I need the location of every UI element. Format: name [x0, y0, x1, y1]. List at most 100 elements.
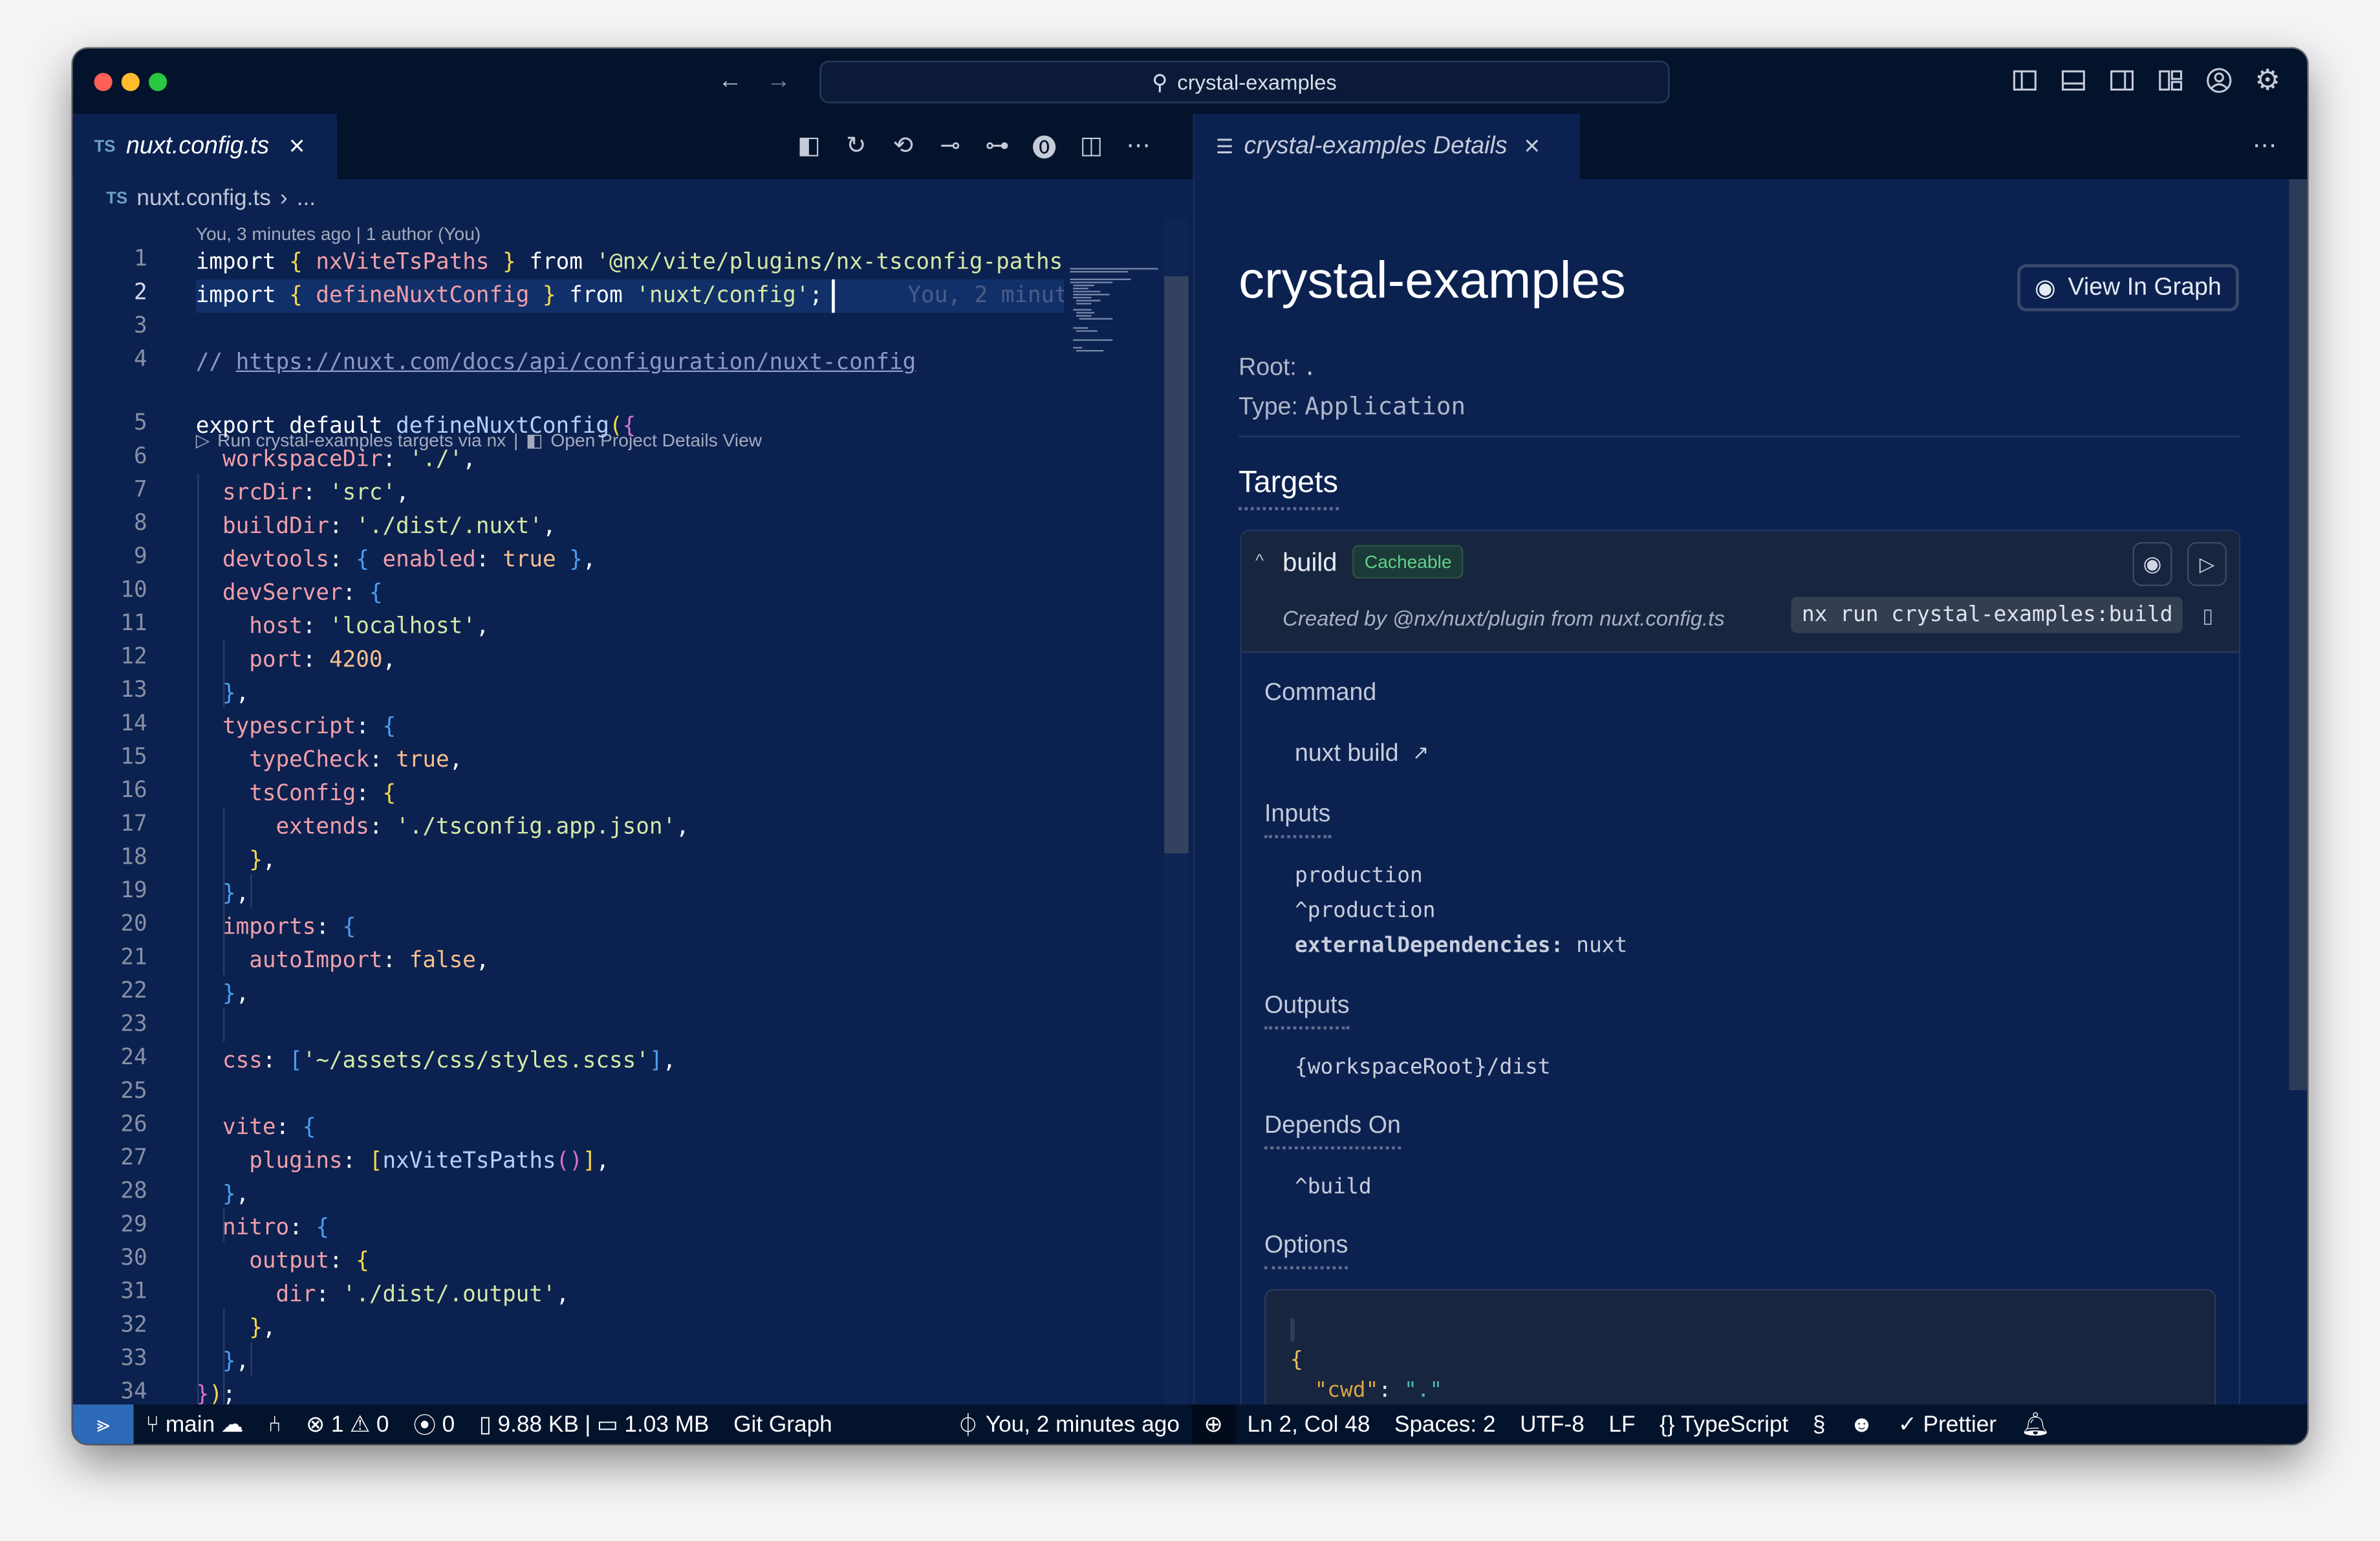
code-line[interactable]: devServer: {	[196, 577, 1064, 611]
git-open-changes-icon[interactable]: ⟲	[887, 129, 920, 162]
external-link-icon[interactable]: ↗	[1412, 741, 1429, 768]
code-token: tsConfig	[249, 780, 356, 807]
toggle-primary-sidebar-icon[interactable]	[2008, 64, 2042, 98]
tsconfig-status[interactable]: §	[1801, 1411, 1837, 1437]
notifications[interactable]: 🔔︎	[2009, 1410, 2062, 1438]
more-actions-icon[interactable]: ⋯	[2248, 129, 2282, 162]
code-editor[interactable]: You, 3 minutes ago | 1 author (You) You,…	[73, 218, 1193, 1404]
code-line[interactable]: // https://nuxt.com/docs/api/configurati…	[196, 346, 1064, 380]
minimize-window-button[interactable]	[121, 72, 140, 91]
run-target-button[interactable]: ▷	[2187, 541, 2227, 586]
code-line[interactable]: imports: {	[196, 911, 1064, 945]
code-line[interactable]: import { nxViteTsPaths } from '@nx/vite/…	[196, 246, 1064, 279]
details-scrollbar-thumb[interactable]	[2289, 179, 2308, 1091]
code-line[interactable]: },	[196, 878, 1064, 912]
code-line[interactable]: nitro: {	[196, 1212, 1064, 1245]
code-line[interactable]: devtools: { enabled: true },	[196, 543, 1064, 577]
refresh-icon[interactable]: ↻	[839, 129, 873, 162]
command-center-search[interactable]: ⚲ crystal-examples	[819, 60, 1670, 104]
code-line[interactable]: typeCheck: true,	[196, 744, 1064, 778]
end-of-line[interactable]: LF	[1597, 1411, 1648, 1437]
vertical-scrollbar[interactable]	[1164, 218, 1189, 1404]
code-line[interactable]: },	[196, 1312, 1064, 1346]
tab-nuxt-config[interactable]: TS nuxt.config.ts ×	[72, 114, 338, 179]
breadcrumb-file[interactable]: nuxt.config.ts	[136, 185, 270, 211]
settings-gear-icon[interactable]: ⚙	[2251, 64, 2285, 98]
toggle-panel-icon[interactable]	[2057, 64, 2090, 98]
code-line[interactable]: },	[196, 1345, 1064, 1379]
target-header[interactable]: ^ build Cacheable ◉ ▷ Created by @nx/nux…	[1241, 531, 2239, 653]
split-editor-icon[interactable]: ◫	[1075, 129, 1109, 162]
zoom-status[interactable]: ⊕	[1191, 1404, 1235, 1444]
chevron-up-icon[interactable]: ^	[1255, 550, 1264, 571]
open-project-details-icon[interactable]: ◧	[792, 129, 826, 162]
code-line[interactable]: },	[196, 1178, 1064, 1212]
git-branch[interactable]: ⑂ main ☁	[134, 1410, 256, 1437]
code-line[interactable]: export default defineNuxtConfig({	[196, 410, 1064, 444]
git-previous-change-icon[interactable]: ⊸	[933, 129, 967, 162]
language-mode[interactable]: {} TypeScript	[1647, 1411, 1801, 1437]
indentation[interactable]: Spaces: 2	[1382, 1411, 1508, 1437]
code-line[interactable]: buildDir: './dist/.nuxt',	[196, 510, 1064, 544]
code-line[interactable]: dir: './dist/.output',	[196, 1278, 1064, 1312]
close-tab-icon[interactable]: ×	[1524, 131, 1540, 162]
code-line[interactable]: tsConfig: {	[196, 778, 1064, 811]
code-line[interactable]: srcDir: 'src',	[196, 477, 1064, 510]
ports-status[interactable]: ⦿ 0	[401, 1408, 467, 1440]
code-line[interactable]: vite: {	[196, 1111, 1064, 1145]
forward-arrow-icon[interactable]: →	[762, 65, 795, 99]
customize-layout-icon[interactable]	[2154, 64, 2187, 98]
copilot-status[interactable]: ☻	[1837, 1411, 1886, 1437]
code-line[interactable]: plugins: [nxViteTsPaths()],	[196, 1145, 1064, 1179]
more-actions-icon[interactable]: ⋯	[1121, 129, 1155, 162]
run-command[interactable]: nx run crystal-examples:build	[1791, 596, 2183, 633]
minimap[interactable]	[1067, 264, 1162, 355]
code-token: :	[302, 479, 329, 506]
file-size-status[interactable]: ▯ 9.88 KB | ▭ 1.03 MB	[467, 1410, 721, 1437]
code-line[interactable]: },	[196, 677, 1064, 711]
code-token: (	[609, 413, 623, 439]
git-graph-button[interactable]: Git Graph	[721, 1411, 844, 1437]
cursor-position[interactable]: Ln 2, Col 48	[1235, 1411, 1382, 1437]
copy-clipboard-icon[interactable]: ▯	[2202, 604, 2213, 629]
git-graph-icon[interactable]: ⓿	[1028, 129, 1061, 162]
blame-codelens[interactable]: You, 3 minutes ago | 1 author (You)	[196, 223, 481, 245]
toggle-secondary-sidebar-icon[interactable]	[2105, 64, 2139, 98]
breadcrumb-more[interactable]: ...	[297, 185, 316, 211]
prettier-status[interactable]: ✓ Prettier	[1886, 1410, 2009, 1437]
view-in-graph-button[interactable]: ◉ View In Graph	[2017, 264, 2239, 312]
code-line[interactable]: workspaceDir: './',	[196, 443, 1064, 477]
code-token: }	[529, 282, 556, 309]
pull-request-status[interactable]: ⑃	[256, 1411, 294, 1437]
close-tab-icon[interactable]: ×	[289, 131, 305, 162]
zoom-window-button[interactable]	[149, 72, 168, 91]
code-line[interactable]: },	[196, 978, 1064, 1011]
code-line[interactable]: host: 'localhost',	[196, 610, 1064, 644]
view-target-in-graph-button[interactable]: ◉	[2132, 541, 2172, 586]
problems-status[interactable]: ⊗ 1 ⚠ 0	[294, 1410, 401, 1437]
code-line[interactable]: typescript: {	[196, 710, 1064, 744]
code-token: ()	[556, 1148, 583, 1174]
git-blame-status[interactable]: ⏀ You, 2 minutes ago	[944, 1408, 1191, 1440]
code-line[interactable]: output: {	[196, 1245, 1064, 1278]
encoding[interactable]: UTF-8	[1508, 1411, 1596, 1437]
remote-indicator[interactable]: ⪢	[72, 1404, 134, 1444]
code-line[interactable]: port: 4200,	[196, 644, 1064, 677]
code-token: vite	[222, 1114, 276, 1141]
scrollbar-thumb[interactable]	[1164, 276, 1189, 853]
indent-guide	[223, 807, 225, 975]
git-next-change-icon[interactable]: ⊶	[980, 129, 1014, 162]
code-token: ,	[235, 880, 250, 907]
code-token: 'nuxt/config'	[636, 282, 810, 309]
code-line[interactable]: },	[196, 844, 1064, 878]
code-line[interactable]: extends: './tsconfig.app.json',	[196, 811, 1064, 844]
close-window-button[interactable]	[94, 72, 113, 91]
code-line[interactable]: import { defineNuxtConfig } from 'nuxt/c…	[196, 279, 1064, 313]
account-icon[interactable]	[2202, 64, 2236, 98]
back-arrow-icon[interactable]: ←	[713, 65, 747, 99]
code-line[interactable]: });	[196, 1379, 1064, 1404]
tab-project-details[interactable]: ☰ crystal-examples Details ×	[1195, 114, 1581, 179]
code-line[interactable]: css: ['~/assets/css/styles.scss'],	[196, 1045, 1064, 1078]
code-line[interactable]: autoImport: false,	[196, 945, 1064, 978]
